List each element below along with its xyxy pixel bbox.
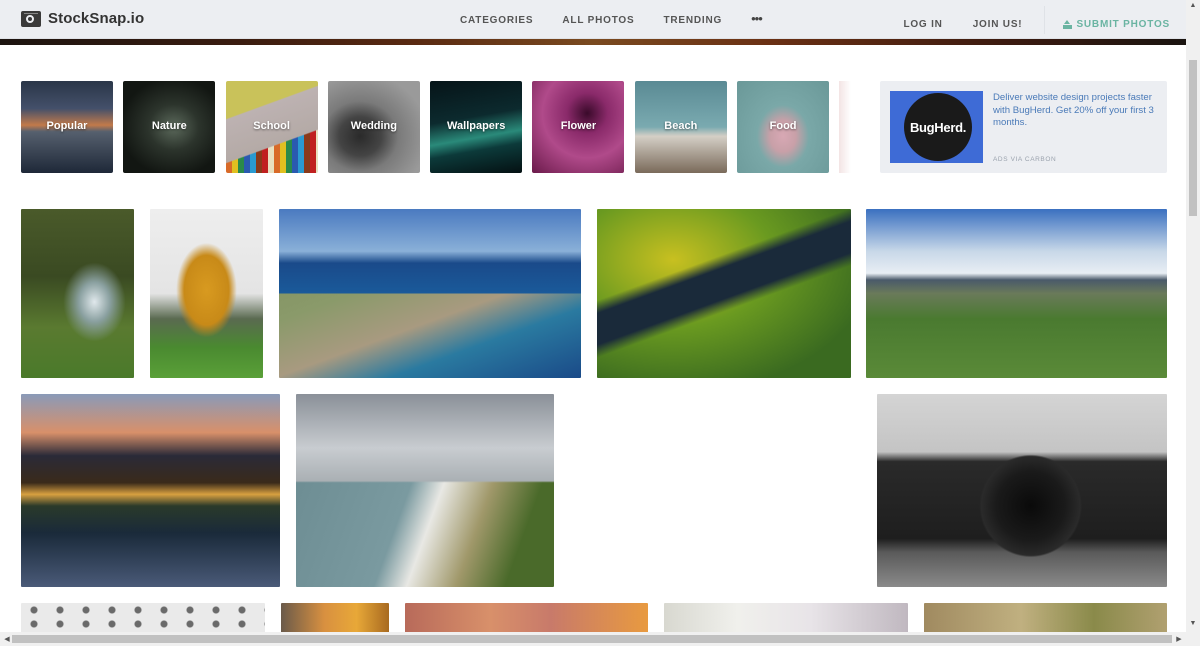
photo-white-cliffs[interactable] <box>296 394 554 587</box>
horizontal-scroll-thumb[interactable] <box>12 635 1172 643</box>
photo-perforated-texture[interactable] <box>21 603 265 632</box>
nav-categories[interactable]: CATEGORIES <box>460 15 533 26</box>
upload-icon <box>1063 19 1073 29</box>
category-label: Wallpapers <box>447 120 506 132</box>
photo-dry-grass[interactable] <box>924 603 1167 632</box>
page-viewport: StockSnap.io CATEGORIES ALL PHOTOS TREND… <box>0 0 1186 632</box>
submit-photos-label: SUBMIT PHOTOS <box>1076 18 1170 30</box>
category-popular[interactable]: Popular <box>21 81 113 173</box>
vertical-scrollbar[interactable]: ▲ ▼ <box>1186 0 1200 632</box>
scroll-up-arrow-icon[interactable]: ▲ <box>1186 2 1200 9</box>
nav-center: CATEGORIES ALL PHOTOS TRENDING ••• <box>460 11 763 26</box>
hero-image-edge <box>0 39 1186 45</box>
category-wedding[interactable]: Wedding <box>327 81 420 173</box>
nav-all-photos[interactable]: ALL PHOTOS <box>562 15 634 26</box>
category-label: School <box>253 120 290 132</box>
submit-photos-button[interactable]: SUBMIT PHOTOS <box>1063 19 1170 30</box>
scroll-right-arrow-icon[interactable]: ▶ <box>1172 635 1186 643</box>
category-strip: Popular Nature School Wedding Wallpapers… <box>21 81 852 173</box>
camera-logo-icon <box>21 10 41 27</box>
category-label: Wedding <box>350 120 397 132</box>
ad-text[interactable]: Deliver website design projects faster w… <box>993 92 1161 130</box>
photo-forest-river[interactable] <box>597 209 851 378</box>
photo-coast-aerial[interactable] <box>279 209 581 378</box>
photo-camera[interactable] <box>877 394 1167 587</box>
photo-architecture-lines[interactable] <box>570 394 861 587</box>
category-wallpapers[interactable]: Wallpapers <box>430 81 523 173</box>
photo-sunset-lake[interactable] <box>21 394 280 587</box>
login-link[interactable]: LOG IN <box>903 19 942 30</box>
carbon-ad: BugHerd. Deliver website design projects… <box>880 81 1167 173</box>
nav-right: LOG IN JOIN US! SUBMIT PHOTOS <box>873 6 1170 34</box>
horizontal-scrollbar[interactable]: ◀ ▶ <box>0 632 1186 646</box>
scrollbar-corner <box>1186 632 1200 646</box>
logo-text: StockSnap.io <box>48 10 145 27</box>
category-school[interactable]: School <box>225 81 318 173</box>
category-flower[interactable]: Flower <box>532 81 625 173</box>
ad-via-label[interactable]: ADS VIA CARBON <box>993 156 1056 163</box>
photo-blurred-leaves[interactable] <box>405 603 648 632</box>
category-nature[interactable]: Nature <box>123 81 216 173</box>
category-label: Flower <box>560 120 597 132</box>
category-label: Food <box>769 120 797 132</box>
ad-brand-logo: BugHerd. <box>904 93 972 161</box>
category-label: Beach <box>664 120 698 132</box>
category-beach[interactable]: Beach <box>634 81 727 173</box>
category-food[interactable]: Food <box>737 81 830 173</box>
vertical-scroll-thumb[interactable] <box>1189 60 1197 216</box>
photo-autumn-tree[interactable] <box>150 209 263 378</box>
ad-image[interactable]: BugHerd. <box>890 91 983 163</box>
join-link[interactable]: JOIN US! <box>973 19 1023 30</box>
category-label: Nature <box>151 120 187 132</box>
photo-waterfall[interactable] <box>21 209 134 378</box>
scroll-down-arrow-icon[interactable]: ▼ <box>1186 620 1200 627</box>
nav-divider <box>1044 6 1046 34</box>
logo[interactable]: StockSnap.io <box>21 10 144 27</box>
photo-autumn-trees[interactable] <box>281 603 389 632</box>
photo-blossom-branches[interactable] <box>664 603 908 632</box>
top-navbar: StockSnap.io CATEGORIES ALL PHOTOS TREND… <box>0 0 1186 39</box>
more-menu-icon[interactable]: ••• <box>751 11 763 26</box>
category-label: Popular <box>46 120 88 132</box>
category-strip-overflow <box>839 81 852 173</box>
photo-mountain-golf[interactable] <box>866 209 1167 378</box>
nav-trending[interactable]: TRENDING <box>663 15 722 26</box>
